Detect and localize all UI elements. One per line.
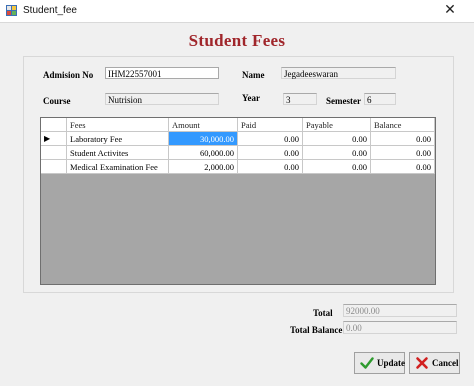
total-balance-field[interactable]: 0.00 bbox=[343, 321, 457, 334]
total-balance-label: Total Balance bbox=[290, 325, 343, 335]
update-button-label: Update bbox=[377, 358, 406, 368]
cell-balance[interactable]: 0.00 bbox=[371, 132, 435, 146]
grid-header-row: Fees Amount Paid Payable Balance bbox=[41, 118, 435, 132]
column-header-payable[interactable]: Payable bbox=[303, 118, 371, 132]
semester-label: Semester bbox=[326, 96, 361, 106]
total-field[interactable]: 92000.00 bbox=[343, 304, 457, 317]
cell-payable[interactable]: 0.00 bbox=[303, 146, 371, 160]
cancel-icon bbox=[416, 357, 428, 369]
course-field[interactable]: Nutrision bbox=[105, 93, 219, 105]
cell-paid[interactable]: 0.00 bbox=[238, 146, 303, 160]
table-row[interactable]: Student Activites 60,000.00 0.00 0.00 0.… bbox=[41, 146, 435, 160]
cell-balance[interactable]: 0.00 bbox=[371, 160, 435, 174]
grid-corner bbox=[41, 118, 67, 132]
total-label: Total bbox=[313, 308, 333, 318]
cell-amount[interactable]: 30,000.00 bbox=[169, 132, 238, 146]
column-header-paid[interactable]: Paid bbox=[238, 118, 303, 132]
table-row[interactable]: ▶ Laboratory Fee 30,000.00 0.00 0.00 0.0… bbox=[41, 132, 435, 146]
cancel-button[interactable]: Cancel bbox=[409, 352, 460, 374]
table-row[interactable]: Medical Examination Fee 2,000.00 0.00 0.… bbox=[41, 160, 435, 174]
row-header[interactable] bbox=[41, 160, 67, 174]
title-bar: Student_fee ✕ bbox=[0, 0, 474, 23]
year-label: Year bbox=[242, 93, 260, 103]
update-button[interactable]: Update bbox=[354, 352, 405, 374]
admission-label: Admision No bbox=[43, 70, 94, 80]
current-row-indicator-icon[interactable]: ▶ bbox=[41, 132, 67, 146]
cell-amount[interactable]: 2,000.00 bbox=[169, 160, 238, 174]
column-header-balance[interactable]: Balance bbox=[371, 118, 435, 132]
app-icon bbox=[6, 5, 17, 16]
cell-fees[interactable]: Medical Examination Fee bbox=[67, 160, 169, 174]
name-label: Name bbox=[242, 70, 265, 80]
name-field[interactable]: Jegadeeswaran bbox=[281, 67, 396, 79]
admission-field[interactable]: IHM22557001 bbox=[105, 67, 219, 79]
window-title: Student_fee bbox=[23, 5, 77, 16]
fees-grid[interactable]: Fees Amount Paid Payable Balance ▶ Labor… bbox=[40, 117, 436, 285]
column-header-amount[interactable]: Amount bbox=[169, 118, 238, 132]
close-icon: ✕ bbox=[444, 2, 456, 18]
cell-balance[interactable]: 0.00 bbox=[371, 146, 435, 160]
semester-field[interactable]: 6 bbox=[364, 93, 396, 105]
cell-paid[interactable]: 0.00 bbox=[238, 160, 303, 174]
column-header-fees[interactable]: Fees bbox=[67, 118, 169, 132]
cell-paid[interactable]: 0.00 bbox=[238, 132, 303, 146]
cell-amount[interactable]: 60,000.00 bbox=[169, 146, 238, 160]
page-title: Student Fees bbox=[188, 31, 286, 50]
year-field[interactable]: 3 bbox=[283, 93, 317, 105]
cell-payable[interactable]: 0.00 bbox=[303, 132, 371, 146]
course-label: Course bbox=[43, 96, 71, 106]
cell-payable[interactable]: 0.00 bbox=[303, 160, 371, 174]
checkmark-icon bbox=[360, 357, 374, 369]
close-button[interactable]: ✕ bbox=[426, 0, 474, 22]
cell-fees[interactable]: Student Activites bbox=[67, 146, 169, 160]
cell-fees[interactable]: Laboratory Fee bbox=[67, 132, 169, 146]
cancel-button-label: Cancel bbox=[432, 358, 459, 368]
row-header[interactable] bbox=[41, 146, 67, 160]
